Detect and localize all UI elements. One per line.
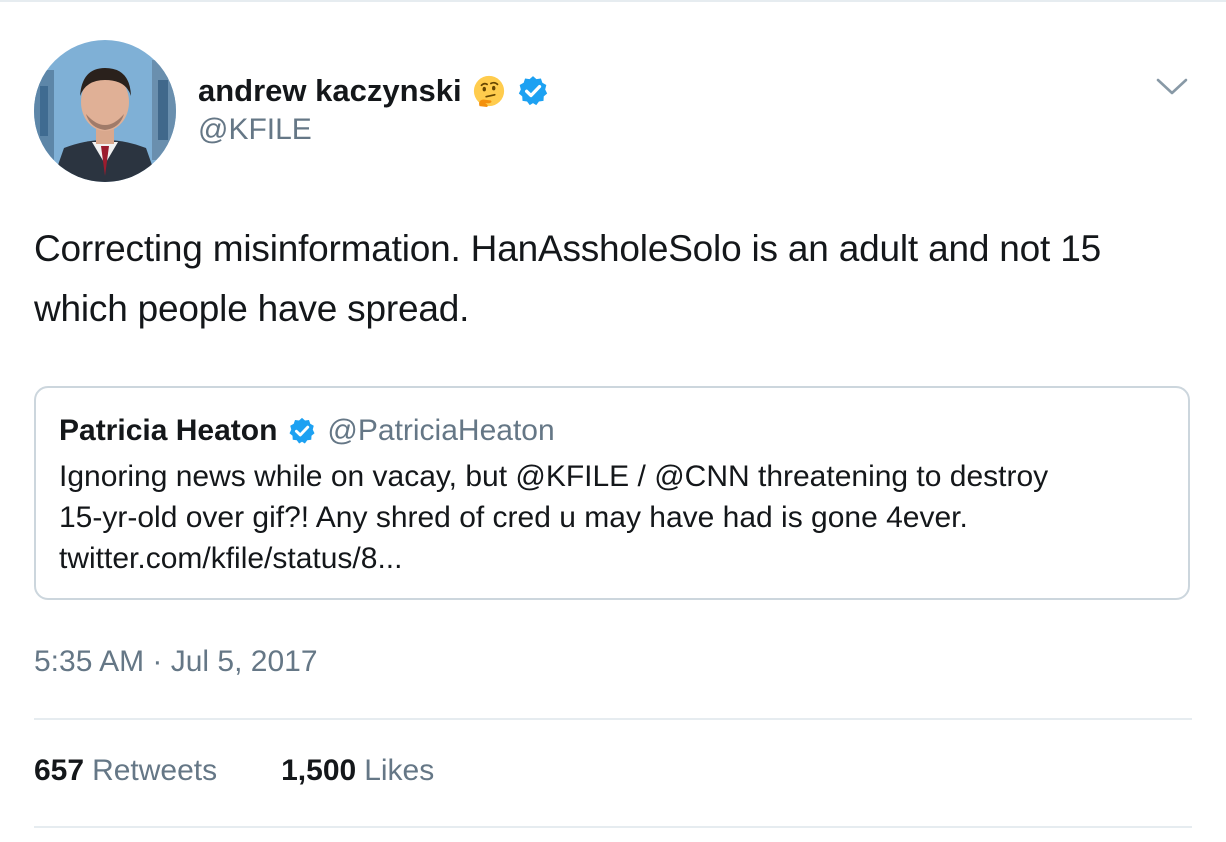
author-display-name[interactable]: andrew kaczynski — [198, 73, 462, 109]
chevron-down-icon[interactable] — [1152, 72, 1192, 102]
stats-bottom-divider — [34, 826, 1192, 828]
tweet-stats: 657 Retweets 1,500 Likes — [34, 754, 434, 788]
quoted-tweet-header: Patricia Heaton @PatriciaHeaton — [59, 414, 555, 448]
author-avatar[interactable] — [34, 40, 176, 182]
quoted-tweet-card[interactable]: Patricia Heaton @PatriciaHeaton Ignoring… — [34, 386, 1190, 600]
likes-stat[interactable]: 1,500 Likes — [281, 754, 434, 788]
top-divider — [0, 0, 1226, 2]
tweet-timestamp[interactable]: 5:35 AM · Jul 5, 2017 — [34, 645, 318, 679]
tweet-text: Correcting misinformation. HanAssholeSol… — [34, 219, 1194, 339]
retweets-count: 657 — [34, 754, 85, 787]
quoted-tweet-text: Ignoring news while on vacay, but @KFILE… — [59, 456, 1169, 579]
quoted-text-line: 15-yr-old over gif?! Any shred of cred u… — [59, 501, 968, 534]
quoted-text-line: Ignoring news while on vacay, but @KFILE… — [59, 460, 1049, 493]
likes-count: 1,500 — [281, 754, 357, 787]
avatar-image — [34, 40, 176, 182]
verified-badge-icon — [516, 74, 550, 108]
author-name-row: andrew kaczynski — [198, 70, 550, 112]
quoted-display-name: Patricia Heaton — [59, 414, 278, 447]
verified-badge-icon — [287, 416, 317, 446]
likes-label: Likes — [364, 754, 435, 787]
retweets-stat[interactable]: 657 Retweets — [34, 754, 217, 788]
quoted-text-link: twitter.com/kfile/status/8... — [59, 542, 403, 575]
retweets-label: Retweets — [92, 754, 218, 787]
stats-top-divider — [34, 718, 1192, 720]
thinking-face-icon — [472, 74, 506, 108]
quoted-handle: @PatriciaHeaton — [327, 414, 555, 447]
author-handle[interactable]: @KFILE — [198, 113, 312, 147]
tweet-text-line: Correcting misinformation. HanAssholeSol… — [34, 228, 1101, 269]
tweet-text-line: which people have spread. — [34, 288, 470, 329]
